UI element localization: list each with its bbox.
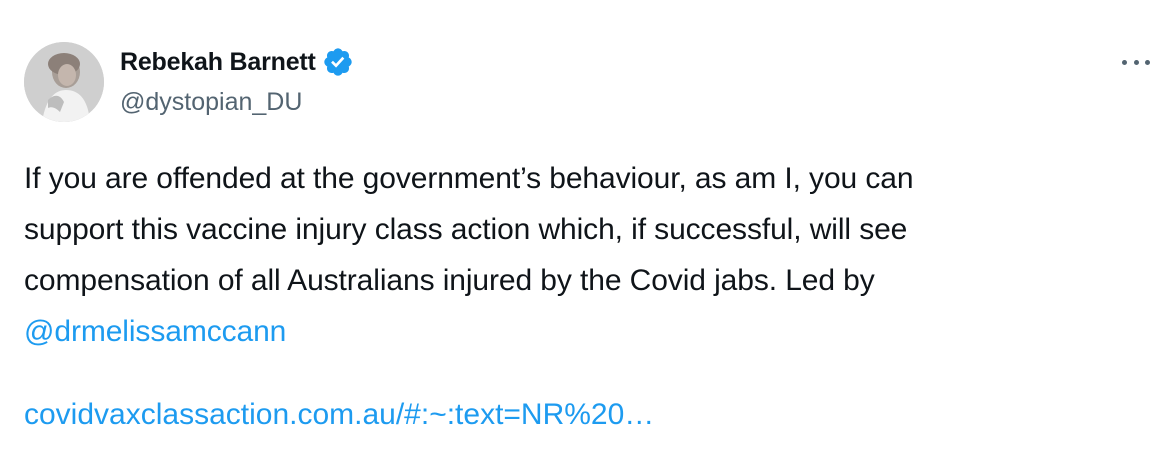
verified-badge-icon[interactable]	[322, 46, 354, 78]
author-handle[interactable]: @dystopian_DU	[120, 88, 302, 117]
tweet-url-row: covidvaxclassaction.com.au/#:~:text=NR%2…	[24, 389, 654, 440]
author-display-name[interactable]: Rebekah Barnett	[120, 48, 316, 77]
dot	[1133, 60, 1139, 65]
author-name-row: Rebekah Barnett	[120, 44, 354, 80]
tweet-text-line: compensation of all Australians injured …	[24, 264, 875, 297]
dot	[1145, 60, 1150, 65]
tweet-text-line: If you are offended at the government’s …	[24, 162, 914, 195]
tweet-text: If you are offended at the government’s …	[24, 153, 1144, 357]
tweet-card: Rebekah Barnett @dystopian_DU If you are…	[0, 0, 1170, 452]
profile-avatar	[24, 42, 104, 122]
external-url-link[interactable]: covidvaxclassaction.com.au/#:~:text=NR%2…	[24, 398, 654, 431]
author-avatar[interactable]	[24, 42, 104, 122]
dot	[1122, 60, 1127, 65]
mention-link[interactable]: @drmelissamccann	[24, 315, 286, 348]
tweet-text-line: support this vaccine injury class action…	[24, 213, 908, 246]
more-options-icon[interactable]	[1122, 60, 1150, 66]
